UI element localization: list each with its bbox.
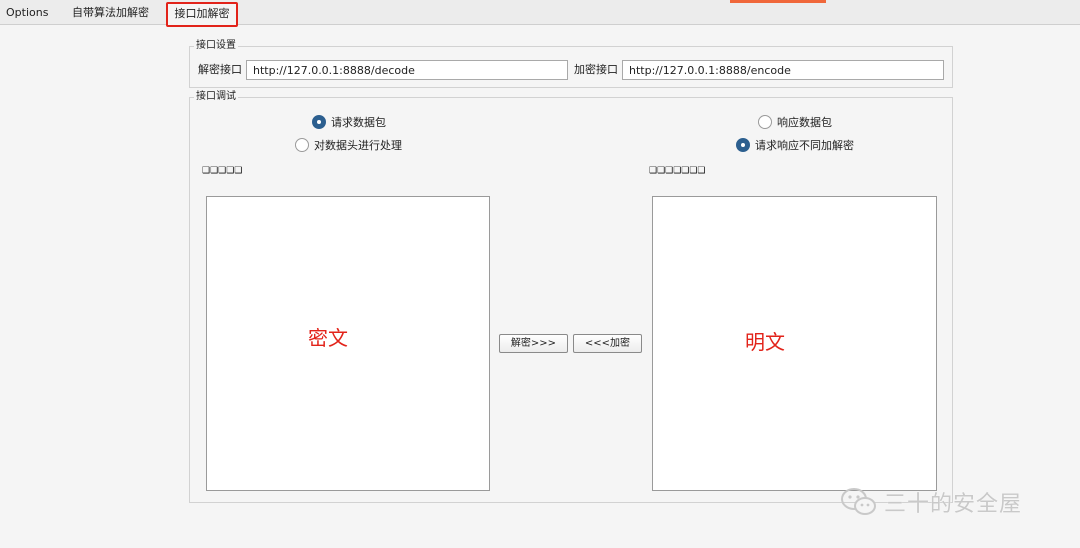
interface-debug-group: 接口调试 请求数据包 对数据头进行处理 响应数据包 请求响应不同加解密 ❑❑❑❑…: [189, 91, 953, 503]
ciphertext-area-label: ❑❑❑❑❑: [202, 166, 243, 176]
accent-indicator: [730, 0, 826, 3]
radio-process-headers[interactable]: 对数据头进行处理: [295, 137, 402, 153]
tab-bar: Options 自带算法加解密 接口加解密: [0, 0, 1080, 27]
radio-selected-icon[interactable]: [736, 138, 750, 152]
radio-selected-icon[interactable]: [312, 115, 326, 129]
radio-unselected-icon[interactable]: [758, 115, 772, 129]
radio-response-packet[interactable]: 响应数据包: [758, 114, 832, 130]
decode-endpoint-input[interactable]: [246, 60, 568, 80]
ciphertext-overlay-label: 密文: [308, 326, 348, 350]
radio-response-label: 响应数据包: [777, 116, 832, 129]
watermark-text: 三十的安全屋: [884, 492, 1023, 517]
interface-settings-group: 接口设置 解密接口 加密接口: [189, 40, 953, 88]
watermark: 三十的安全屋: [840, 486, 1022, 518]
encode-endpoint-input[interactable]: [622, 60, 944, 80]
radio-response-diff-label: 请求响应不同加解密: [755, 139, 854, 152]
radio-request-packet[interactable]: 请求数据包: [312, 114, 386, 130]
plaintext-area-label: ❑❑❑❑❑❑❑: [649, 166, 706, 176]
tab-builtin-crypto[interactable]: 自带算法加解密: [72, 0, 149, 25]
radio-headers-label: 对数据头进行处理: [314, 139, 402, 152]
tab-options[interactable]: Options: [6, 0, 48, 25]
tab-interface-crypto[interactable]: 接口加解密: [166, 2, 238, 27]
encode-endpoint-label: 加密接口: [574, 63, 618, 76]
wechat-icon: [841, 488, 876, 515]
radio-response-different-crypto[interactable]: 请求响应不同加解密: [736, 137, 854, 153]
encrypt-button[interactable]: <<<加密: [573, 334, 642, 353]
plaintext-textarea[interactable]: [652, 196, 937, 491]
interface-settings-legend: 接口设置: [194, 40, 238, 52]
plaintext-overlay-label: 明文: [745, 330, 785, 354]
decode-endpoint-label: 解密接口: [198, 63, 242, 76]
ciphertext-textarea[interactable]: [206, 196, 490, 491]
radio-request-label: 请求数据包: [331, 116, 386, 129]
decrypt-button[interactable]: 解密>>>: [499, 334, 568, 353]
interface-debug-legend: 接口调试: [194, 91, 238, 103]
radio-unselected-icon[interactable]: [295, 138, 309, 152]
